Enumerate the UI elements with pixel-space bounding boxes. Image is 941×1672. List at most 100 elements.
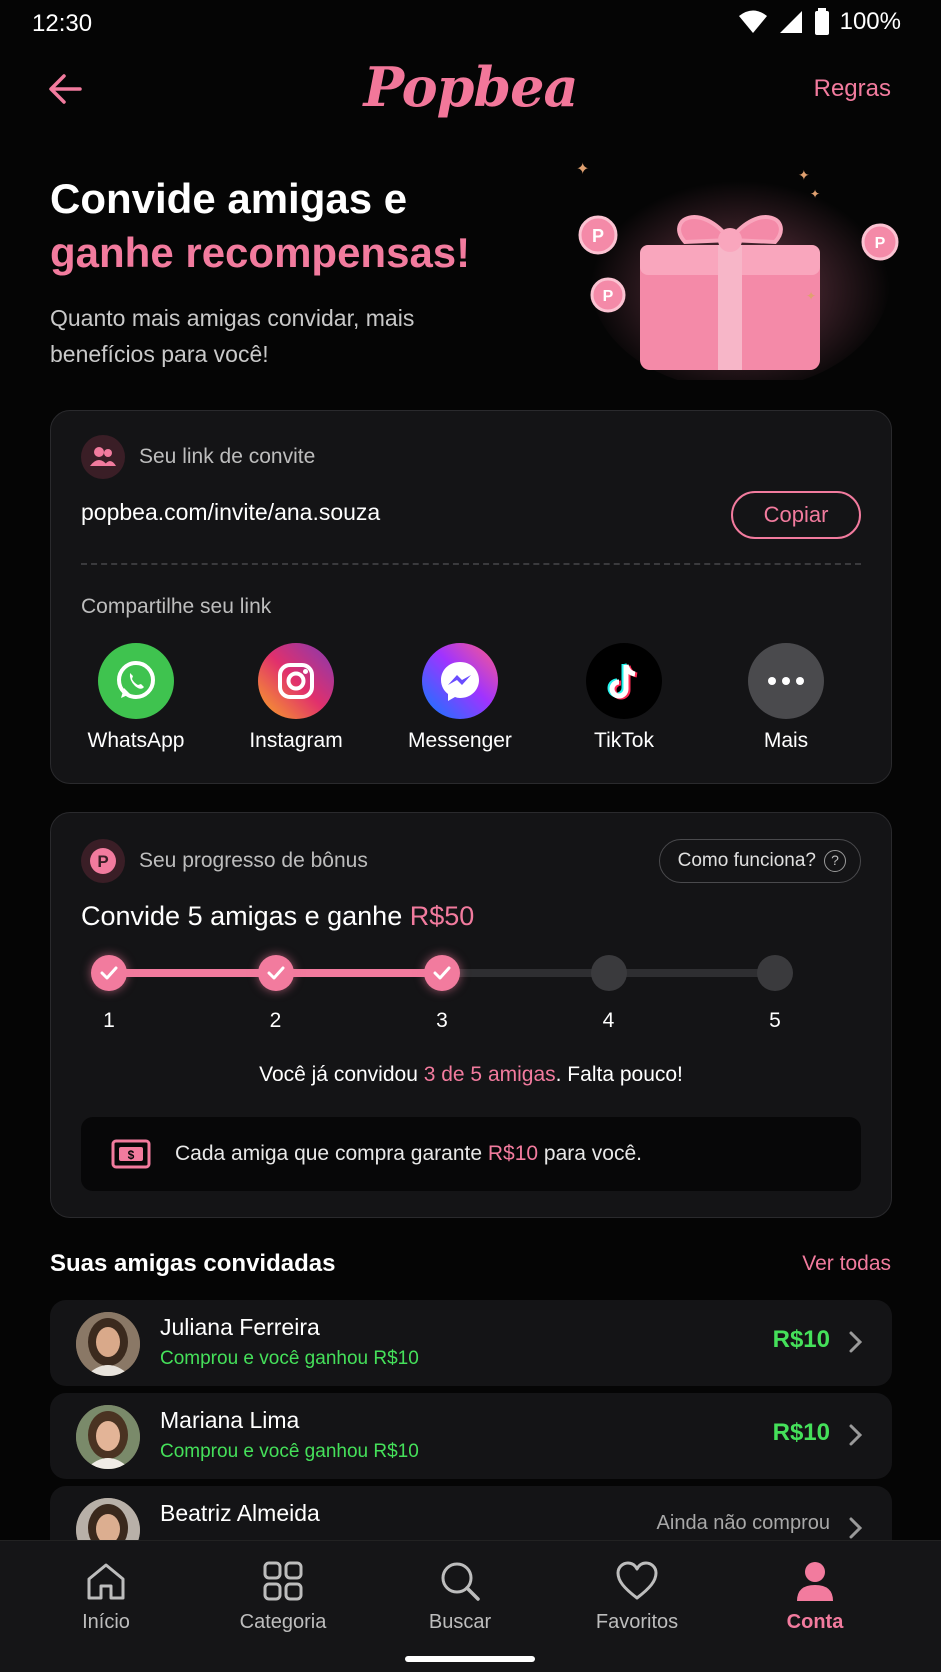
status-icons: 100% — [738, 8, 901, 36]
progress-step-number: 5 — [769, 1009, 781, 1032]
divider — [81, 563, 861, 565]
chevron-right-icon — [849, 1424, 863, 1446]
battery-icon — [814, 8, 829, 35]
nav-search[interactable]: Buscar — [385, 1557, 535, 1634]
share-tiktok-label: TikTok — [594, 729, 654, 752]
progress-step-dot — [757, 955, 793, 991]
share-tiktok-button[interactable]: TikTok — [554, 643, 694, 753]
share-more-label: Mais — [763, 729, 809, 752]
wifi-icon — [738, 10, 767, 33]
nav-account-label: Conta — [786, 1611, 844, 1633]
share-messenger-button[interactable]: Messenger — [390, 643, 530, 753]
nav-category-label: Categoria — [239, 1611, 327, 1633]
progress-step-dot — [257, 955, 294, 991]
share-label: Compartilhe seu link — [81, 595, 272, 618]
invite-link-text: popbea.com/invite/ana.souza — [81, 499, 381, 525]
home-indicator — [405, 1656, 535, 1662]
bonus-goal-amount: R$50 — [409, 901, 475, 931]
how-it-works-button[interactable]: Como funciona? ? — [658, 839, 861, 883]
nav-account[interactable]: Conta — [740, 1557, 890, 1634]
home-icon — [31, 1557, 181, 1605]
friend-status: Comprou e você ganhou R$10 — [160, 1441, 419, 1462]
gift-box-illustration: P P P ✦ ✦ ✦ ✦ — [576, 161, 899, 380]
app-header: Popbea Regras — [0, 55, 941, 125]
friend-row[interactable]: Juliana Ferreira Comprou e você ganhou R… — [50, 1300, 892, 1386]
question-icon: ? — [824, 850, 846, 872]
share-whatsapp-button[interactable]: WhatsApp — [66, 643, 206, 753]
progress-step-dot — [590, 955, 627, 991]
points-coin-icon: P — [81, 839, 125, 883]
svg-text:P: P — [97, 852, 108, 871]
status-time: 12:30 — [32, 10, 93, 37]
how-it-works-label: Como funciona? — [677, 850, 816, 871]
reward-info-box: $ Cada amiga que compra garante R$10 par… — [81, 1117, 861, 1191]
progress-step-number: 4 — [602, 1009, 615, 1032]
progress-count: 3 de 5 amigas — [423, 1063, 556, 1086]
chevron-right-icon — [849, 1331, 863, 1353]
progress-stepper: 1 2 3 4 5 — [51, 951, 893, 1032]
invite-link-header: Seu link de convite — [81, 435, 315, 479]
friend-status: Comprou e você ganhou R$10 — [160, 1348, 419, 1369]
progress-post: . Falta pouco! — [555, 1063, 683, 1086]
heart-icon — [562, 1557, 712, 1605]
nav-search-label: Buscar — [428, 1611, 492, 1633]
progress-step-dot — [424, 955, 460, 991]
share-instagram-button[interactable]: Instagram — [226, 643, 366, 753]
brand-logo: Popbea — [363, 55, 578, 119]
rules-link[interactable]: Regras — [814, 75, 891, 103]
cellular-signal-icon — [779, 11, 802, 33]
tiktok-icon — [586, 643, 662, 719]
battery-percent: 100% — [839, 8, 901, 35]
progress-step-number: 3 — [436, 1009, 448, 1032]
hero-subtitle: Quanto mais amigas convidar, mais benefí… — [50, 305, 415, 367]
friend-name: Mariana Lima — [160, 1407, 300, 1433]
nav-home[interactable]: Início — [31, 1557, 181, 1634]
friends-section-title: Suas amigas convidadas — [50, 1250, 336, 1277]
share-options: WhatsApp Instagram Messenger TikTok Mais — [51, 643, 893, 763]
status-bar: 12:30 100% — [0, 0, 941, 50]
svg-text:P: P — [603, 288, 614, 305]
info-post: para você. — [538, 1142, 642, 1165]
friend-row[interactable]: Mariana Lima Comprou e você ganhou R$10 … — [50, 1393, 892, 1479]
invite-link-card: Seu link de convite popbea.com/invite/an… — [50, 410, 892, 784]
svg-text:P: P — [592, 226, 604, 246]
hero-title: Convide amigas e ganhe recompensas! — [50, 172, 470, 280]
checkmark-icon — [433, 966, 451, 980]
share-more-button[interactable]: Mais — [716, 643, 856, 753]
users-icon — [81, 435, 125, 479]
nav-category[interactable]: Categoria — [208, 1557, 358, 1634]
progress-step-number: 2 — [269, 1009, 282, 1032]
friend-reward: R$10 — [772, 1326, 830, 1353]
copy-link-button[interactable]: Copiar — [731, 491, 861, 539]
svg-text:$: $ — [128, 1148, 135, 1162]
bonus-goal-text: Convide 5 amigas e ganhe — [81, 901, 410, 931]
bonus-progress-card: P Seu progresso de bônus Como funciona? … — [50, 812, 892, 1218]
bonus-label: Seu progresso de bônus — [139, 849, 368, 872]
see-all-link[interactable]: Ver todas — [802, 1252, 891, 1276]
friend-status: Ainda não comprou — [656, 1512, 830, 1534]
grid-icon — [208, 1557, 358, 1605]
avatar — [76, 1312, 140, 1376]
svg-text:✦: ✦ — [806, 289, 816, 303]
friend-name: Juliana Ferreira — [160, 1314, 320, 1340]
progress-step-dot — [91, 955, 127, 991]
progress-summary: Você já convidou 3 de 5 amigas. Falta po… — [51, 1063, 891, 1087]
checkmark-icon — [100, 966, 118, 980]
progress-pre: Você já convidou — [259, 1063, 424, 1086]
nav-favorites[interactable]: Favoritos — [562, 1557, 712, 1634]
avatar — [76, 1405, 140, 1469]
nav-favorites-label: Favoritos — [595, 1611, 679, 1633]
chevron-right-icon — [849, 1517, 863, 1539]
bonus-goal: Convide 5 amigas e ganhe R$50 — [81, 901, 474, 932]
svg-text:✦: ✦ — [576, 161, 589, 178]
hero-title-line1: Convide amigas e — [50, 175, 408, 222]
svg-text:✦: ✦ — [810, 187, 820, 201]
reward-info-text: Cada amiga que compra garante R$10 para … — [175, 1142, 642, 1166]
hero-title-line2: ganhe recompensas! — [50, 229, 471, 276]
bottom-navigation: Início Categoria Buscar Favoritos Conta — [0, 1540, 941, 1672]
svg-text:P: P — [875, 235, 886, 252]
friend-reward: R$10 — [772, 1419, 830, 1446]
invite-link-label: Seu link de convite — [139, 445, 316, 468]
friend-name: Beatriz Almeida — [160, 1500, 320, 1526]
checkmark-icon — [267, 966, 284, 980]
